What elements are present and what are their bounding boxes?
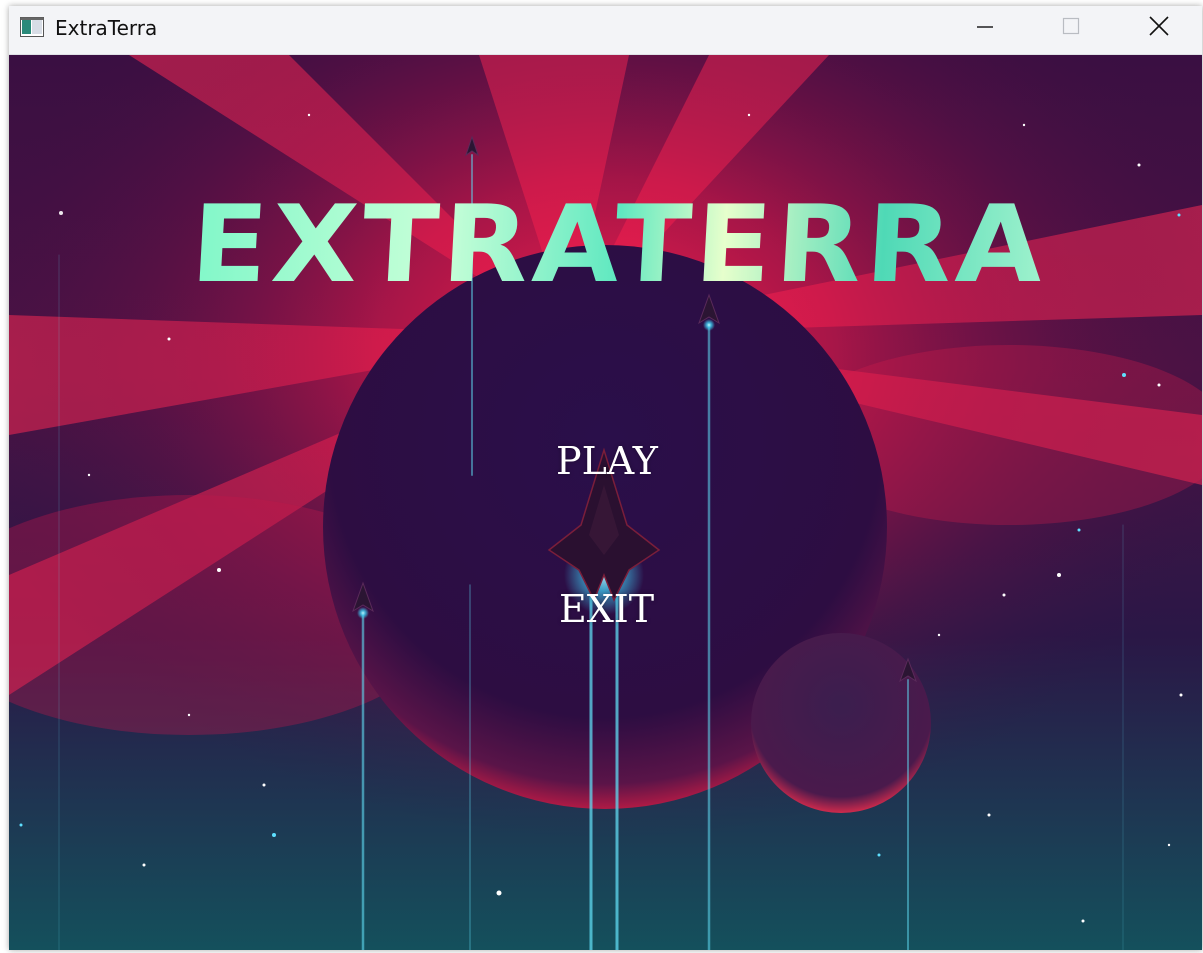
close-button[interactable] [1129,6,1189,50]
game-canvas[interactable]: EXTRATERRA PLAY EXIT [9,55,1202,950]
app-window-icon [20,17,44,37]
title-bar[interactable]: ExtraTerra [9,6,1202,55]
minimize-icon [975,16,995,40]
app-window: ExtraTerra EXTRATERRA PLAY EXIT [9,6,1202,950]
maximize-button[interactable] [1041,6,1101,50]
exit-button[interactable]: EXIT [559,586,654,632]
close-icon [1148,15,1170,41]
maximize-icon [1061,16,1081,40]
game-title-logo: EXTRATERRA [175,179,1062,312]
play-button[interactable]: PLAY [556,438,658,484]
minimize-button[interactable] [955,6,1015,50]
window-title: ExtraTerra [55,16,158,40]
